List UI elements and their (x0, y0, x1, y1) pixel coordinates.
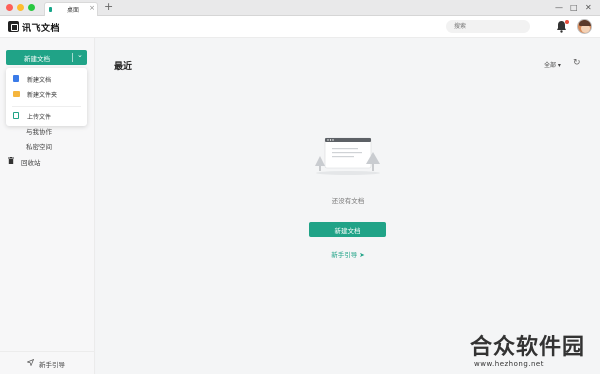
sidebar-item-collaboration[interactable]: 与我协作 (26, 126, 52, 136)
upload-icon (13, 112, 19, 119)
app-name: 讯飞文档 (22, 24, 61, 34)
sidebar-item-trash[interactable]: 回收站 (21, 157, 41, 167)
empty-state-illustration (315, 137, 380, 175)
window-close-icon[interactable]: ✕ (585, 1, 592, 14)
create-document-button[interactable]: 新建文档 (309, 222, 386, 237)
new-user-guide-link[interactable]: 新手引导 ➤ (96, 249, 600, 259)
tab-label: 桌面 (67, 7, 80, 14)
tab-desktop[interactable]: 桌面 × (44, 2, 98, 16)
chevron-down-icon[interactable]: ⌄ (77, 51, 83, 59)
sidebar-guide-label: 新手引导 (39, 361, 65, 369)
sidebar-item-private-space[interactable]: 私密空间 (26, 141, 52, 151)
new-document-button[interactable]: 新建文档 ⌄ (6, 50, 87, 65)
page-title: 最近 (114, 62, 133, 72)
folder-icon (13, 91, 20, 97)
new-document-label: 新建文档 (24, 55, 50, 63)
close-window-button[interactable] (6, 4, 13, 11)
window-titlebar: 桌面 × + — □ ✕ (0, 0, 600, 16)
main-content: 最近 全部 ▾ ↻ 还没有文档 新建文档 新手引导 ➤ (96, 38, 600, 374)
app-logo-icon (8, 21, 19, 32)
watermark: 合众软件园 www.hezhong.net (470, 329, 596, 371)
tab-close-icon[interactable]: × (89, 4, 95, 12)
menu-item-upload-file[interactable]: 上传文件 (6, 109, 87, 123)
minimize-window-button[interactable] (17, 4, 24, 11)
menu-item-label: 新建文档 (27, 77, 52, 84)
maximize-window-button[interactable] (28, 4, 35, 11)
new-tab-button[interactable]: + (104, 0, 113, 14)
sidebar: 新建文档 ⌄ 新建文档 新建文件夹 上传文件 与我协作 私密空间 回收站 新手引… (0, 38, 95, 374)
button-divider (72, 53, 73, 62)
document-icon (13, 75, 19, 82)
app-header: 讯飞文档 (0, 16, 600, 38)
refresh-icon[interactable]: ↻ (573, 58, 581, 68)
menu-item-new-folder[interactable]: 新建文件夹 (6, 87, 87, 101)
window-minimize-icon[interactable]: — (555, 1, 563, 14)
sidebar-guide-button[interactable]: 新手引导 (0, 351, 95, 374)
menu-item-label: 新建文件夹 (27, 92, 58, 99)
window-maximize-icon[interactable]: □ (570, 1, 578, 14)
search-input[interactable] (446, 20, 530, 33)
notification-badge (565, 20, 569, 24)
watermark-url: www.hezhong.net (474, 360, 544, 368)
menu-item-new-document[interactable]: 新建文档 (6, 72, 87, 86)
empty-state-text: 还没有文档 (331, 197, 365, 205)
menu-item-label: 上传文件 (27, 114, 52, 121)
avatar-hair (579, 20, 591, 26)
new-menu-dropdown: 新建文档 新建文件夹 上传文件 (6, 68, 87, 126)
menu-divider (12, 106, 81, 107)
avatar[interactable] (577, 19, 592, 34)
trash-icon (8, 157, 14, 164)
filter-dropdown[interactable]: 全部 ▾ (544, 60, 561, 69)
tab-logo-icon (49, 7, 52, 12)
send-icon (27, 359, 34, 366)
watermark-text: 合众软件园 (470, 335, 586, 360)
